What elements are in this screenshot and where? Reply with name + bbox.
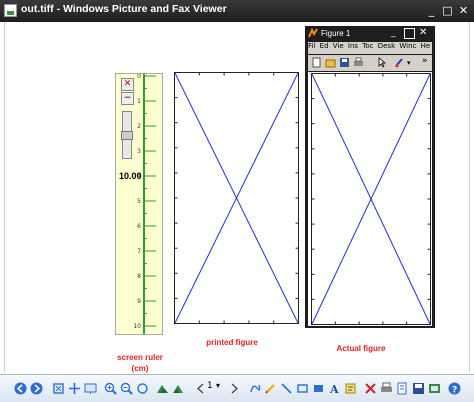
ruler-tick-label: 3 <box>137 148 141 155</box>
svg-text:A: A <box>329 383 339 395</box>
print-icon[interactable] <box>380 382 393 395</box>
caption-actual-figure: Actual figure <box>336 344 386 353</box>
rotate-clockwise-icon[interactable] <box>156 382 169 395</box>
print-icon[interactable] <box>353 57 364 68</box>
ruler-ticks: 0 1 2 3 4 5 6 7 8 9 10 <box>133 74 156 330</box>
pen-icon[interactable] <box>264 382 277 395</box>
best-fit-icon[interactable] <box>52 382 65 395</box>
ruler-tick-label: 2 <box>137 123 141 130</box>
figure-title: Figure 1 <box>321 29 351 38</box>
save-icon[interactable] <box>339 57 350 68</box>
picture-viewer-icon <box>4 4 17 17</box>
copy-to-icon[interactable] <box>396 382 409 395</box>
menu-desktop[interactable]: Desk <box>378 42 395 50</box>
window-title-bar: out.tiff - Windows Picture and Fax Viewe… <box>0 0 474 22</box>
ruler-tick-label: 10 <box>133 323 141 330</box>
menu-file[interactable]: Fil <box>308 42 315 50</box>
save-copy-icon[interactable] <box>412 382 425 395</box>
rotate-counterclockwise-icon[interactable] <box>172 382 185 395</box>
filled-rectangle-tool-icon[interactable] <box>312 382 325 395</box>
actual-size-icon[interactable] <box>68 382 81 395</box>
menu-edit[interactable]: Ed <box>320 42 329 50</box>
brush-icon[interactable] <box>394 57 405 68</box>
ruler-tick-label: 8 <box>137 273 141 280</box>
new-figure-icon[interactable] <box>311 57 322 68</box>
ruler-tick-label: 5 <box>137 198 141 205</box>
menu-view[interactable]: Vie <box>333 42 344 50</box>
rectangle-tool-icon[interactable] <box>296 382 309 395</box>
line-tool-icon[interactable] <box>280 382 293 395</box>
menu-insert[interactable]: Ins <box>348 42 358 50</box>
window-title: out.tiff - Windows Picture and Fax Viewe… <box>21 3 227 15</box>
page-forward-icon[interactable] <box>228 382 241 395</box>
zoom-in-icon[interactable] <box>104 382 117 395</box>
matlab-icon <box>308 28 318 38</box>
viewer-toolbar: 1 ▾ A ? <box>0 374 474 402</box>
figure-minimize-button[interactable]: _ <box>391 28 401 38</box>
brush-dropdown-icon[interactable]: ▾ <box>407 59 411 67</box>
ruler-tick-label: 0 <box>137 74 141 80</box>
svg-text:?: ? <box>452 386 457 396</box>
open-with-editor-icon[interactable] <box>428 382 441 395</box>
minimize-button[interactable]: _ <box>424 3 439 18</box>
figure-maximize-button[interactable] <box>404 28 415 39</box>
menu-window[interactable]: Winc <box>399 42 416 50</box>
figure-toolbar: ▾ » <box>308 55 432 71</box>
figure-menu-bar: Fil Ed Vie Ins Toc Desk Winc He ↘ <box>308 42 432 54</box>
annotation-select-icon[interactable] <box>248 382 261 395</box>
note-tool-icon[interactable] <box>344 382 357 395</box>
previous-image-icon[interactable] <box>14 382 27 395</box>
help-icon[interactable]: ? <box>448 382 461 395</box>
close-button[interactable]: ✕ <box>456 3 471 18</box>
actual-figure-plot <box>308 72 432 326</box>
ruler-tick-label: 1 <box>137 98 141 105</box>
page-dropdown-icon[interactable]: ▾ <box>216 381 220 390</box>
caption-printed-figure: printed figure <box>206 338 258 347</box>
delete-icon[interactable] <box>364 382 377 395</box>
ruler-tick-label: 4 <box>137 173 141 180</box>
slideshow-icon[interactable] <box>84 382 97 395</box>
maximize-button[interactable]: □ <box>440 3 455 18</box>
figure-window: Figure 1 _ ✕ Fil Ed Vie Ins Toc Desk Win… <box>305 26 435 328</box>
next-image-icon[interactable] <box>30 382 43 395</box>
zoom-out-icon[interactable] <box>120 382 133 395</box>
page-back-icon[interactable] <box>194 382 207 395</box>
ruler-tick-label: 6 <box>137 223 141 230</box>
screen-ruler[interactable]: ✕ − 10.00 0 1 2 3 4 5 6 7 8 9 10 <box>115 73 163 335</box>
toolbar-more-icon[interactable]: » <box>422 56 428 66</box>
printed-figure-plot <box>174 72 299 324</box>
figure-close-button[interactable]: ✕ <box>419 27 427 38</box>
menu-help[interactable]: He <box>421 42 431 50</box>
menu-tools[interactable]: Toc <box>362 42 373 50</box>
ruler-tick-label: 7 <box>137 248 141 255</box>
page-number: 1 <box>207 381 213 391</box>
rotate-icon[interactable] <box>136 382 149 395</box>
ruler-tick-label: 9 <box>137 298 141 305</box>
caption-screen-ruler: screen ruler (cm) <box>117 353 163 373</box>
pointer-icon[interactable] <box>376 57 387 68</box>
text-tool-icon[interactable]: A <box>328 382 341 395</box>
open-file-icon[interactable] <box>325 57 336 68</box>
